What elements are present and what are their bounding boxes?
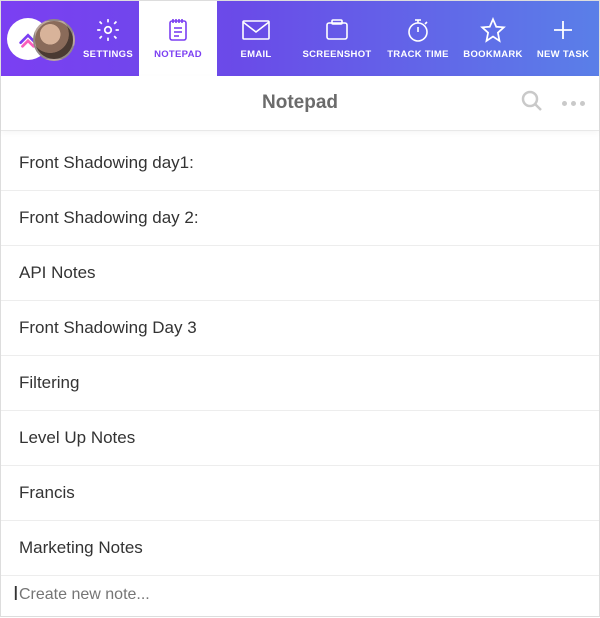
user-avatar[interactable] bbox=[33, 19, 75, 61]
subheader: Notepad bbox=[1, 76, 599, 131]
plus-icon bbox=[548, 17, 578, 43]
notepad-icon bbox=[163, 17, 193, 43]
tab-strip: SETTINGS NOTEPAD bbox=[77, 1, 599, 76]
note-row[interactable]: Front Shadowing Day 3 bbox=[1, 301, 599, 356]
note-row[interactable]: API Notes bbox=[1, 246, 599, 301]
note-row[interactable]: Level Up Notes bbox=[1, 411, 599, 466]
topbar: SETTINGS NOTEPAD bbox=[1, 1, 599, 76]
tab-label: EMAIL bbox=[240, 49, 271, 60]
logo-avatar-group[interactable] bbox=[7, 13, 69, 65]
tab-settings[interactable]: SETTINGS bbox=[77, 1, 139, 76]
search-icon bbox=[520, 89, 544, 113]
gear-icon bbox=[93, 17, 123, 43]
tab-email[interactable]: EMAIL bbox=[217, 1, 295, 76]
notes-list[interactable]: Front Shadowing day1: Front Shadowing da… bbox=[1, 131, 599, 618]
tab-notepad[interactable]: NOTEPAD bbox=[139, 1, 217, 76]
ellipsis-icon bbox=[562, 101, 567, 106]
note-row[interactable]: Francis bbox=[1, 466, 599, 521]
note-row[interactable]: Filtering bbox=[1, 356, 599, 411]
tab-new-task[interactable]: NEW TASK bbox=[529, 1, 597, 76]
tab-label: SCREENSHOT bbox=[303, 49, 372, 60]
note-row[interactable]: Front Shadowing day1: bbox=[1, 131, 599, 191]
search-button[interactable] bbox=[520, 89, 544, 118]
tab-label: NOTEPAD bbox=[154, 49, 202, 60]
tab-screenshot[interactable]: SCREENSHOT bbox=[295, 1, 379, 76]
page-title: Notepad bbox=[262, 92, 338, 114]
note-row[interactable]: Front Shadowing day 2: bbox=[1, 191, 599, 246]
star-icon bbox=[478, 17, 508, 43]
tab-bookmark[interactable]: BOOKMARK bbox=[457, 1, 529, 76]
note-row[interactable]: Marketing Notes bbox=[1, 521, 599, 576]
more-button[interactable] bbox=[562, 101, 585, 106]
stopwatch-icon bbox=[403, 17, 433, 43]
tab-track-time[interactable]: TRACK TIME bbox=[379, 1, 457, 76]
create-note-input[interactable] bbox=[1, 576, 599, 618]
tab-label: TRACK TIME bbox=[387, 49, 449, 60]
email-icon bbox=[241, 17, 271, 43]
screenshot-icon bbox=[322, 17, 352, 43]
tab-label: NEW TASK bbox=[537, 49, 589, 60]
tab-label: BOOKMARK bbox=[463, 49, 522, 60]
tab-label: SETTINGS bbox=[83, 49, 133, 60]
